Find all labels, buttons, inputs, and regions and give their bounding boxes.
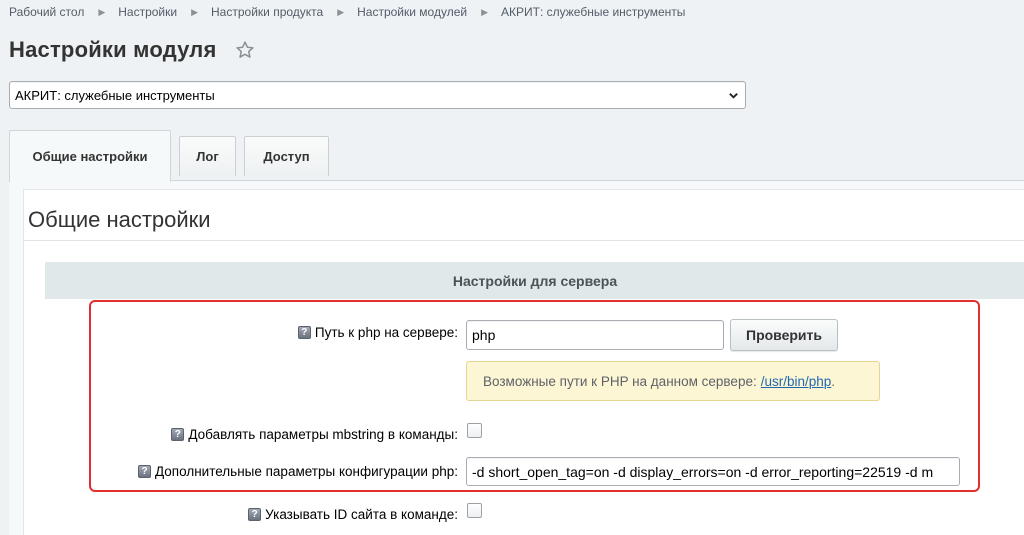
tab-label: Лог <box>196 149 219 164</box>
module-select[interactable]: АКРИТ: служебные инструменты <box>9 81 746 109</box>
breadcrumb-item-module-settings[interactable]: Настройки модулей <box>357 5 467 19</box>
mbstring-label: Добавлять параметры mbstring в команды: <box>188 426 458 442</box>
breadcrumb-item-settings[interactable]: Настройки <box>118 5 177 19</box>
chevron-down-icon <box>729 93 738 99</box>
page-title-row: Настройки модуля <box>9 37 255 63</box>
breadcrumb: Рабочий стол ▶ Настройки ▶ Настройки про… <box>9 5 685 19</box>
tab-label: Доступ <box>263 149 310 164</box>
check-button[interactable]: Проверить <box>730 319 838 351</box>
tab-label: Общие настройки <box>32 149 148 164</box>
breadcrumb-item-product-settings[interactable]: Настройки продукта <box>211 5 323 19</box>
settings-panel: Общие настройки Настройки для сервера ? … <box>23 189 1024 535</box>
php-paths-hint-text: Возможные пути к PHP на данном сервере: <box>483 373 757 389</box>
chevron-right-icon: ▶ <box>191 6 199 17</box>
check-button-label: Проверить <box>746 327 822 343</box>
chevron-right-icon: ▶ <box>98 6 106 17</box>
hint-suffix: . <box>831 373 836 389</box>
tab-general-settings[interactable]: Общие настройки <box>9 130 171 182</box>
breadcrumb-item-current-module[interactable]: АКРИТ: служебные инструменты <box>501 5 685 19</box>
section-divider <box>24 240 1024 241</box>
mbstring-label-row: ? Добавлять параметры mbstring в команды… <box>84 424 458 444</box>
section-title: Общие настройки <box>28 207 211 232</box>
help-icon[interactable]: ? <box>171 427 185 441</box>
site-id-label: Указывать ID сайта в команде: <box>265 506 458 522</box>
php-config-label: Дополнительные параметры конфигурации ph… <box>155 463 458 479</box>
php-path-value: php <box>472 327 496 343</box>
php-config-label-row: ? Дополнительные параметры конфигурации … <box>84 461 458 481</box>
php-path-suggestion-link[interactable]: /usr/bin/php <box>761 374 832 389</box>
php-paths-hint: Возможные пути к PHP на данном сервере: … <box>466 361 880 401</box>
breadcrumb-item-desktop[interactable]: Рабочий стол <box>9 5 84 19</box>
php-path-label: Путь к php на сервере: <box>314 324 458 340</box>
help-icon[interactable]: ? <box>297 325 311 339</box>
server-settings-header: Настройки для сервера <box>45 262 1024 299</box>
site-id-label-row: ? Указывать ID сайта в команде: <box>84 504 458 524</box>
mbstring-checkbox[interactable] <box>467 423 482 438</box>
site-id-checkbox[interactable] <box>467 503 482 518</box>
tab-content-panel: Общие настройки Настройки для сервера ? … <box>9 180 1024 535</box>
page-title: Настройки модуля <box>9 37 217 62</box>
chevron-right-icon: ▶ <box>481 6 488 17</box>
star-outline-icon[interactable] <box>235 40 255 60</box>
php-path-label-row: ? Путь к php на сервере: <box>84 322 458 342</box>
chevron-right-icon: ▶ <box>337 6 345 17</box>
help-icon[interactable]: ? <box>248 507 262 521</box>
tab-log[interactable]: Лог <box>179 136 236 176</box>
tab-access[interactable]: Доступ <box>244 136 329 176</box>
php-config-input[interactable]: -d short_open_tag=on -d display_errors=o… <box>466 457 960 486</box>
help-icon[interactable]: ? <box>138 464 151 478</box>
php-path-input[interactable]: php <box>466 320 724 350</box>
module-select-value: АКРИТ: служебные инструменты <box>15 87 215 103</box>
php-config-value: -d short_open_tag=on -d display_errors=o… <box>472 463 934 480</box>
